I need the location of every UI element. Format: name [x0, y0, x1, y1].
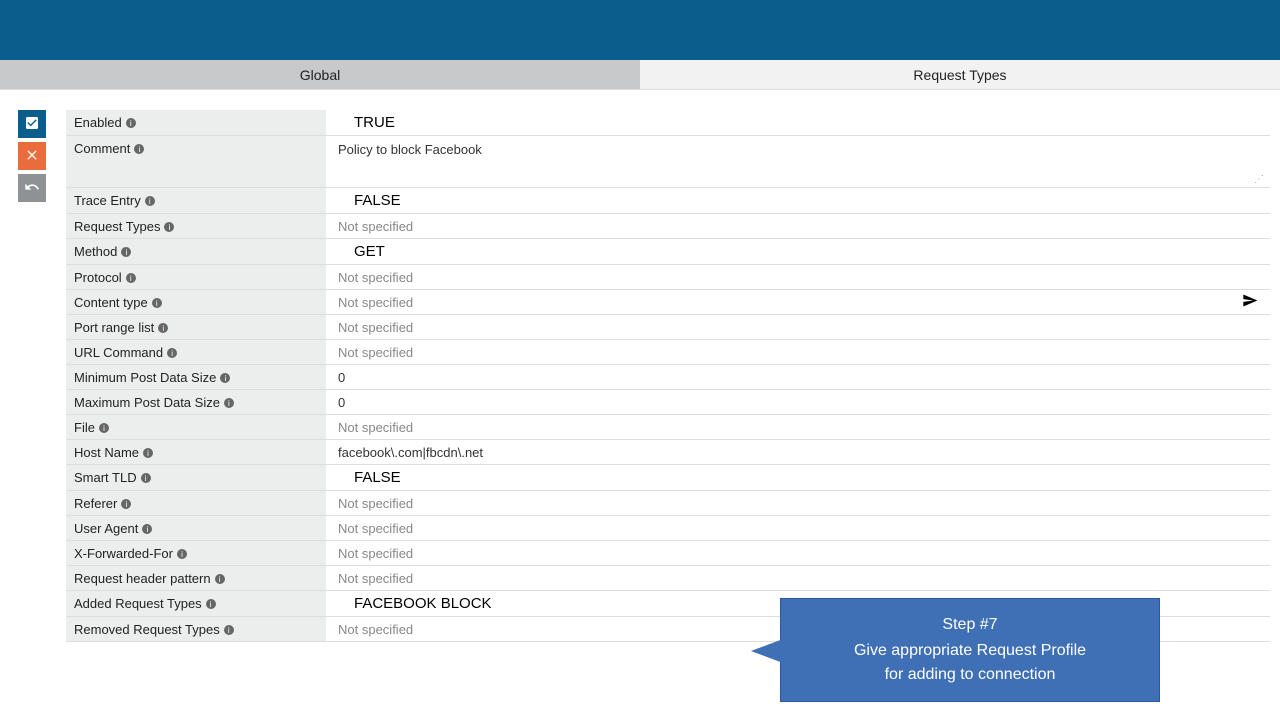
info-icon[interactable]: i: [99, 423, 109, 433]
info-icon[interactable]: i: [220, 373, 230, 383]
label-comment: Commenti: [66, 136, 326, 187]
send-icon[interactable]: [1242, 293, 1258, 312]
value-url-command[interactable]: Not specified: [326, 340, 1270, 364]
label-min-post: Minimum Post Data Sizei: [66, 365, 326, 389]
info-icon[interactable]: i: [152, 298, 162, 308]
row-x-forwarded: X-Forwarded-Fori Not specified: [66, 541, 1270, 566]
value-method[interactable]: GET: [326, 239, 1270, 264]
info-icon[interactable]: i: [145, 196, 155, 206]
row-smart-tld: Smart TLDi FALSE: [66, 465, 1270, 491]
info-icon[interactable]: i: [121, 499, 131, 509]
row-file: Filei Not specified: [66, 415, 1270, 440]
top-banner: [0, 0, 1280, 60]
value-comment[interactable]: Policy to block Facebook⋰: [326, 136, 1270, 187]
row-url-command: URL Commandi Not specified: [66, 340, 1270, 365]
resize-handle-icon[interactable]: ⋰: [1254, 174, 1264, 185]
row-referer: Refereri Not specified: [66, 491, 1270, 516]
info-icon[interactable]: i: [141, 473, 151, 483]
info-icon[interactable]: i: [167, 348, 177, 358]
info-icon[interactable]: i: [143, 448, 153, 458]
label-protocol: Protocoli: [66, 265, 326, 289]
value-min-post[interactable]: 0: [326, 365, 1270, 389]
tab-request-types[interactable]: Request Types: [640, 60, 1280, 89]
row-method: Methodi GET: [66, 239, 1270, 265]
label-removed-req: Removed Request Typesi: [66, 617, 326, 641]
info-icon[interactable]: i: [215, 574, 225, 584]
label-url-command: URL Commandi: [66, 340, 326, 364]
label-max-post: Maximum Post Data Sizei: [66, 390, 326, 414]
row-comment: Commenti Policy to block Facebook⋰: [66, 136, 1270, 188]
action-buttons: [18, 110, 50, 642]
save-button[interactable]: [18, 110, 46, 138]
close-icon: [24, 147, 40, 166]
tab-global[interactable]: Global: [0, 60, 640, 89]
info-icon[interactable]: i: [134, 144, 144, 154]
label-enabled: Enabledi: [66, 110, 326, 135]
info-icon[interactable]: i: [126, 273, 136, 283]
value-request-types[interactable]: Not specified: [326, 214, 1270, 238]
label-added-req: Added Request Typesi: [66, 591, 326, 616]
row-request-types: Request Typesi Not specified: [66, 214, 1270, 239]
info-icon[interactable]: i: [164, 222, 174, 232]
row-content-type: Content typei Not specified: [66, 290, 1270, 315]
value-enabled[interactable]: TRUE: [326, 110, 1270, 135]
info-icon[interactable]: i: [126, 118, 136, 128]
value-max-post[interactable]: 0: [326, 390, 1270, 414]
info-icon[interactable]: i: [224, 398, 234, 408]
label-x-forwarded: X-Forwarded-Fori: [66, 541, 326, 565]
row-min-post: Minimum Post Data Sizei 0: [66, 365, 1270, 390]
row-trace-entry: Trace Entryi FALSE: [66, 188, 1270, 214]
value-file[interactable]: Not specified: [326, 415, 1270, 439]
row-port-range: Port range listi Not specified: [66, 315, 1270, 340]
row-enabled: Enabledi TRUE: [66, 110, 1270, 136]
value-referer[interactable]: Not specified: [326, 491, 1270, 515]
label-user-agent: User Agenti: [66, 516, 326, 540]
label-content-type: Content typei: [66, 290, 326, 314]
info-icon[interactable]: i: [158, 323, 168, 333]
label-request-types: Request Typesi: [66, 214, 326, 238]
value-user-agent[interactable]: Not specified: [326, 516, 1270, 540]
row-host-name: Host Namei facebook\.com|fbcdn\.net: [66, 440, 1270, 465]
value-content-type[interactable]: Not specified: [326, 290, 1270, 314]
undo-icon: [24, 179, 40, 198]
label-trace-entry: Trace Entryi: [66, 188, 326, 213]
callout-title: Step #7: [801, 613, 1139, 637]
value-host-name[interactable]: facebook\.com|fbcdn\.net: [326, 440, 1270, 464]
cancel-button[interactable]: [18, 142, 46, 170]
callout-arrow-icon: [751, 639, 783, 663]
value-protocol[interactable]: Not specified: [326, 265, 1270, 289]
undo-button[interactable]: [18, 174, 46, 202]
info-icon[interactable]: i: [121, 247, 131, 257]
value-req-header[interactable]: Not specified: [326, 566, 1270, 590]
check-icon: [24, 115, 40, 134]
label-host-name: Host Namei: [66, 440, 326, 464]
tab-bar: Global Request Types: [0, 60, 1280, 90]
row-max-post: Maximum Post Data Sizei 0: [66, 390, 1270, 415]
row-protocol: Protocoli Not specified: [66, 265, 1270, 290]
info-icon[interactable]: i: [142, 524, 152, 534]
label-req-header: Request header patterni: [66, 566, 326, 590]
label-file: Filei: [66, 415, 326, 439]
label-referer: Refereri: [66, 491, 326, 515]
info-icon[interactable]: i: [177, 549, 187, 559]
label-port-range: Port range listi: [66, 315, 326, 339]
callout-line1: Give appropriate Request Profile: [854, 642, 1086, 659]
callout-step-7: Step #7 Give appropriate Request Profile…: [780, 598, 1160, 702]
value-trace-entry[interactable]: FALSE: [326, 188, 1270, 213]
label-smart-tld: Smart TLDi: [66, 465, 326, 490]
value-x-forwarded[interactable]: Not specified: [326, 541, 1270, 565]
row-user-agent: User Agenti Not specified: [66, 516, 1270, 541]
info-icon[interactable]: i: [206, 599, 216, 609]
row-req-header: Request header patterni Not specified: [66, 566, 1270, 591]
callout-line2: for adding to connection: [885, 666, 1056, 683]
form-table: Enabledi TRUE Commenti Policy to block F…: [66, 110, 1270, 642]
value-port-range[interactable]: Not specified: [326, 315, 1270, 339]
label-method: Methodi: [66, 239, 326, 264]
info-icon[interactable]: i: [224, 625, 234, 635]
value-smart-tld[interactable]: FALSE: [326, 465, 1270, 490]
